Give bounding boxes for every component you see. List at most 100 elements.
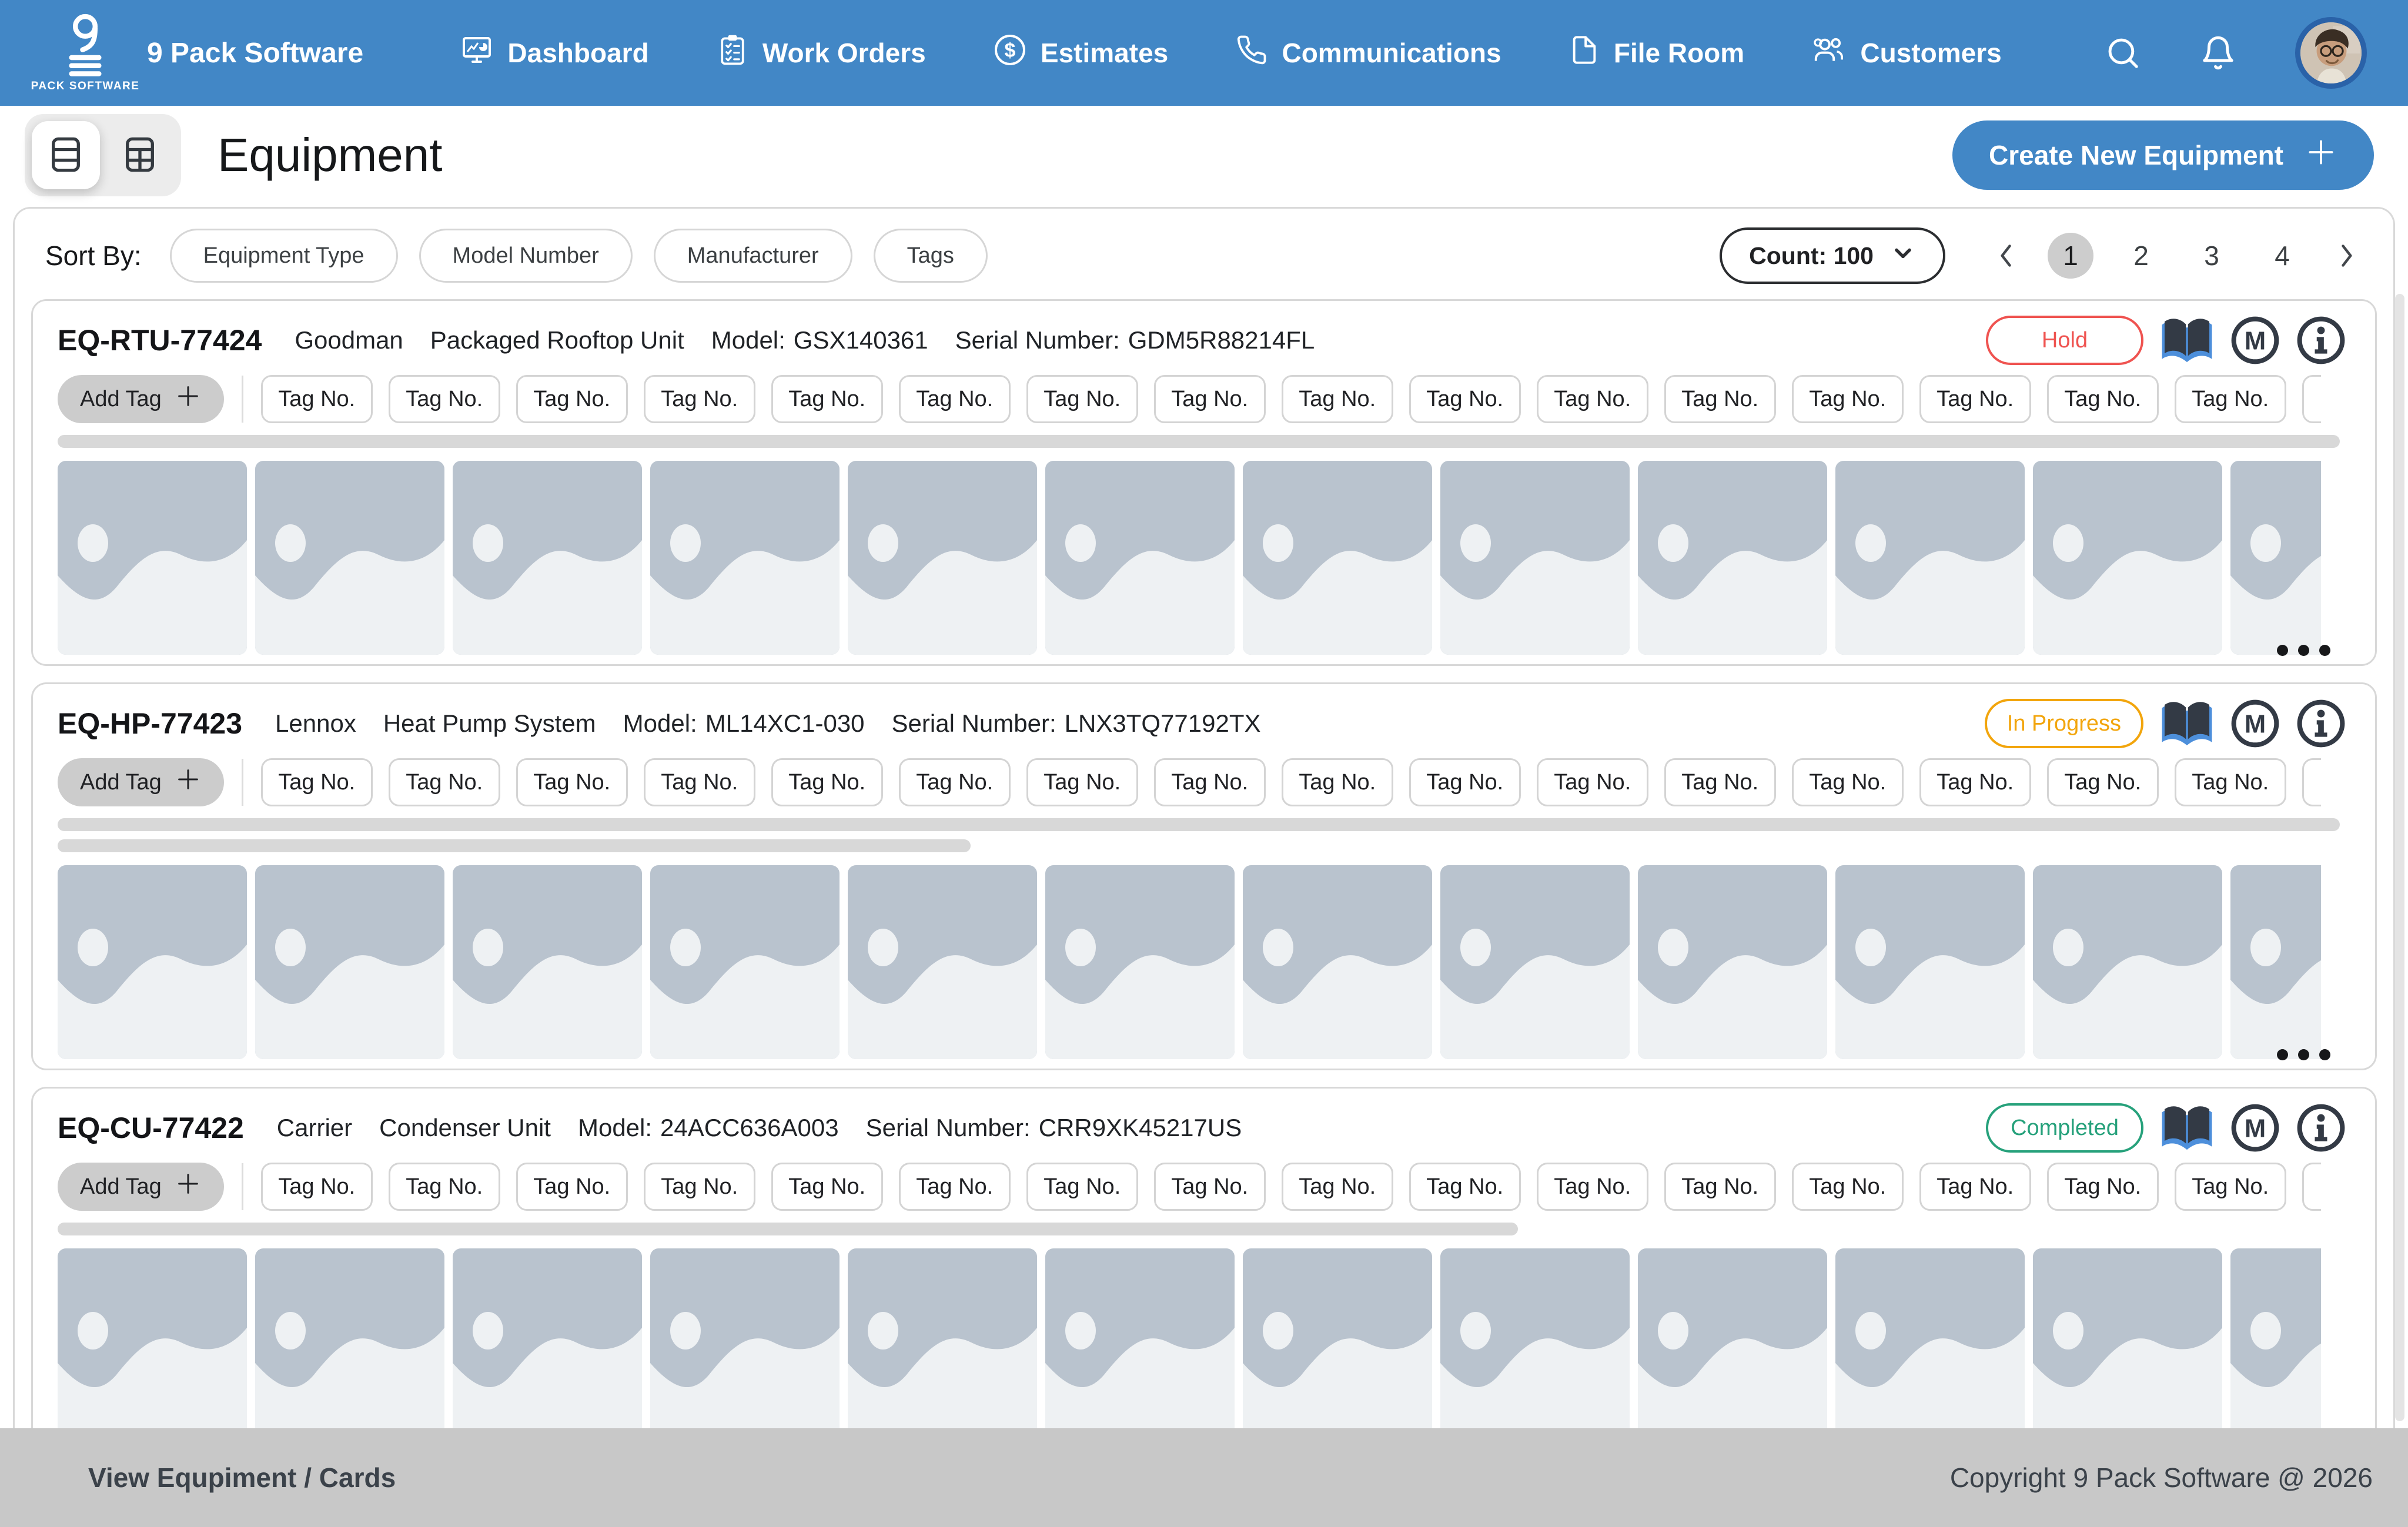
tag-button[interactable]: Tag No. <box>1282 375 1393 423</box>
tag-button[interactable]: Tag No. <box>1537 375 1648 423</box>
tag-button[interactable]: Tag No. <box>1026 1163 1138 1211</box>
count-dropdown[interactable]: Count: 100 <box>1720 227 1945 284</box>
nav-item-work-orders[interactable]: Work Orders <box>717 34 926 73</box>
tag-button[interactable]: Tag No. <box>389 375 500 423</box>
photo-placeholder[interactable] <box>1835 461 2025 655</box>
tag-button[interactable]: Tag No. <box>899 375 1011 423</box>
tag-button[interactable]: Tag No. <box>1409 1163 1521 1211</box>
cards-view-toggle[interactable] <box>32 121 100 189</box>
photo-placeholder[interactable] <box>1045 865 1235 1059</box>
tag-button[interactable]: Tag No. <box>1919 1163 2031 1211</box>
tag-button[interactable]: Tag No. <box>1409 758 1521 806</box>
more-photos-icon[interactable] <box>2277 645 2330 656</box>
tag-button[interactable]: Tag No. <box>1026 758 1138 806</box>
book-icon[interactable] <box>2160 699 2214 748</box>
previous-page-icon[interactable] <box>1990 240 2023 271</box>
tag-button[interactable]: Tag No. <box>1282 1163 1393 1211</box>
more-tags-icon[interactable] <box>2302 758 2321 806</box>
photo-placeholder[interactable] <box>2230 1248 2321 1442</box>
tag-button[interactable]: Tag No. <box>1664 1163 1776 1211</box>
vertical-scrollbar[interactable] <box>2395 294 2404 1421</box>
tag-button[interactable]: Tag No. <box>644 375 755 423</box>
tag-button[interactable]: Tag No. <box>389 1163 500 1211</box>
photo-placeholder[interactable] <box>1045 1248 1235 1442</box>
nav-item-dashboard[interactable]: Dashboard <box>460 34 648 73</box>
tag-button[interactable]: Tag No. <box>1026 375 1138 423</box>
maintenance-icon[interactable]: M <box>2230 1103 2280 1153</box>
tag-button[interactable]: Tag No. <box>2047 375 2159 423</box>
brand[interactable]: PACK SOFTWARE 9 Pack Software <box>41 13 363 93</box>
photo-placeholder[interactable] <box>1638 1248 1827 1442</box>
next-page-icon[interactable] <box>2330 240 2363 271</box>
filter-chip-equipment-type[interactable]: Equipment Type <box>170 229 398 283</box>
create-new-equipment-button[interactable]: Create New Equipment <box>1952 120 2374 190</box>
status-badge[interactable]: Completed <box>1986 1103 2143 1153</box>
tag-button[interactable]: Tag No. <box>1282 758 1393 806</box>
photo-placeholder[interactable] <box>1243 865 1432 1059</box>
user-avatar[interactable] <box>2295 17 2367 89</box>
photo-placeholder[interactable] <box>848 1248 1037 1442</box>
info-icon[interactable] <box>2296 699 2346 748</box>
photo-placeholder[interactable] <box>453 1248 642 1442</box>
tag-button[interactable]: Tag No. <box>899 1163 1011 1211</box>
horizontal-scrollbar[interactable] <box>58 435 2340 448</box>
tag-button[interactable]: Tag No. <box>2047 758 2159 806</box>
nav-item-estimates[interactable]: $ Estimates <box>994 34 1168 73</box>
tag-button[interactable]: Tag No. <box>1664 758 1776 806</box>
info-icon[interactable] <box>2296 1103 2346 1153</box>
maintenance-icon[interactable]: M <box>2230 699 2280 748</box>
more-tags-icon[interactable] <box>2302 1163 2321 1211</box>
tag-button[interactable]: Tag No. <box>771 375 883 423</box>
nav-item-communications[interactable]: Communications <box>1236 34 1501 72</box>
tag-button[interactable]: Tag No. <box>1154 1163 1266 1211</box>
tag-button[interactable]: Tag No. <box>389 758 500 806</box>
photo-placeholder[interactable] <box>650 865 840 1059</box>
horizontal-scrollbar[interactable] <box>58 818 2340 831</box>
photo-placeholder[interactable] <box>2230 865 2321 1059</box>
search-icon[interactable] <box>2105 35 2141 71</box>
photo-placeholder[interactable] <box>58 865 247 1059</box>
horizontal-scrollbar[interactable] <box>58 1223 1518 1235</box>
tag-button[interactable]: Tag No. <box>516 1163 628 1211</box>
page-button-4[interactable]: 4 <box>2259 233 2305 279</box>
tag-button[interactable]: Tag No. <box>516 375 628 423</box>
book-icon[interactable] <box>2160 1104 2214 1152</box>
photo-placeholder[interactable] <box>1835 865 2025 1059</box>
nav-item-customers[interactable]: Customers <box>1812 34 2001 73</box>
photo-placeholder[interactable] <box>1638 461 1827 655</box>
add-tag-button[interactable]: Add Tag <box>58 1163 224 1211</box>
photo-placeholder[interactable] <box>58 461 247 655</box>
tag-button[interactable]: Tag No. <box>2047 1163 2159 1211</box>
tag-button[interactable]: Tag No. <box>771 1163 883 1211</box>
tag-button[interactable]: Tag No. <box>899 758 1011 806</box>
photo-placeholder[interactable] <box>453 865 642 1059</box>
photo-placeholder[interactable] <box>848 461 1037 655</box>
maintenance-icon[interactable]: M <box>2230 316 2280 365</box>
tag-button[interactable]: Tag No. <box>644 1163 755 1211</box>
tag-button[interactable]: Tag No. <box>1409 375 1521 423</box>
more-tags-icon[interactable] <box>2302 375 2321 423</box>
tag-button[interactable]: Tag No. <box>1919 758 2031 806</box>
add-tag-button[interactable]: Add Tag <box>58 375 224 423</box>
status-badge[interactable]: Hold <box>1986 316 2143 365</box>
filter-chip-tags[interactable]: Tags <box>874 229 988 283</box>
tag-button[interactable]: Tag No. <box>2175 375 2286 423</box>
tag-button[interactable]: Tag No. <box>2175 1163 2286 1211</box>
filter-chip-manufacturer[interactable]: Manufacturer <box>654 229 852 283</box>
status-badge[interactable]: In Progress <box>1985 699 2143 748</box>
filter-chip-model-number[interactable]: Model Number <box>419 229 633 283</box>
photo-placeholder[interactable] <box>848 865 1037 1059</box>
tag-button[interactable]: Tag No. <box>1537 758 1648 806</box>
page-button-2[interactable]: 2 <box>2118 233 2164 279</box>
tag-button[interactable]: Tag No. <box>1154 758 1266 806</box>
photo-placeholder[interactable] <box>650 1248 840 1442</box>
photo-placeholder[interactable] <box>255 865 444 1059</box>
photo-placeholder[interactable] <box>1243 1248 1432 1442</box>
tag-button[interactable]: Tag No. <box>1537 1163 1648 1211</box>
photo-placeholder[interactable] <box>650 461 840 655</box>
photo-placeholder[interactable] <box>1440 865 1630 1059</box>
photo-placeholder[interactable] <box>58 1248 247 1442</box>
photo-placeholder[interactable] <box>1045 461 1235 655</box>
photo-placeholder[interactable] <box>2230 461 2321 655</box>
tag-button[interactable]: Tag No. <box>261 758 373 806</box>
